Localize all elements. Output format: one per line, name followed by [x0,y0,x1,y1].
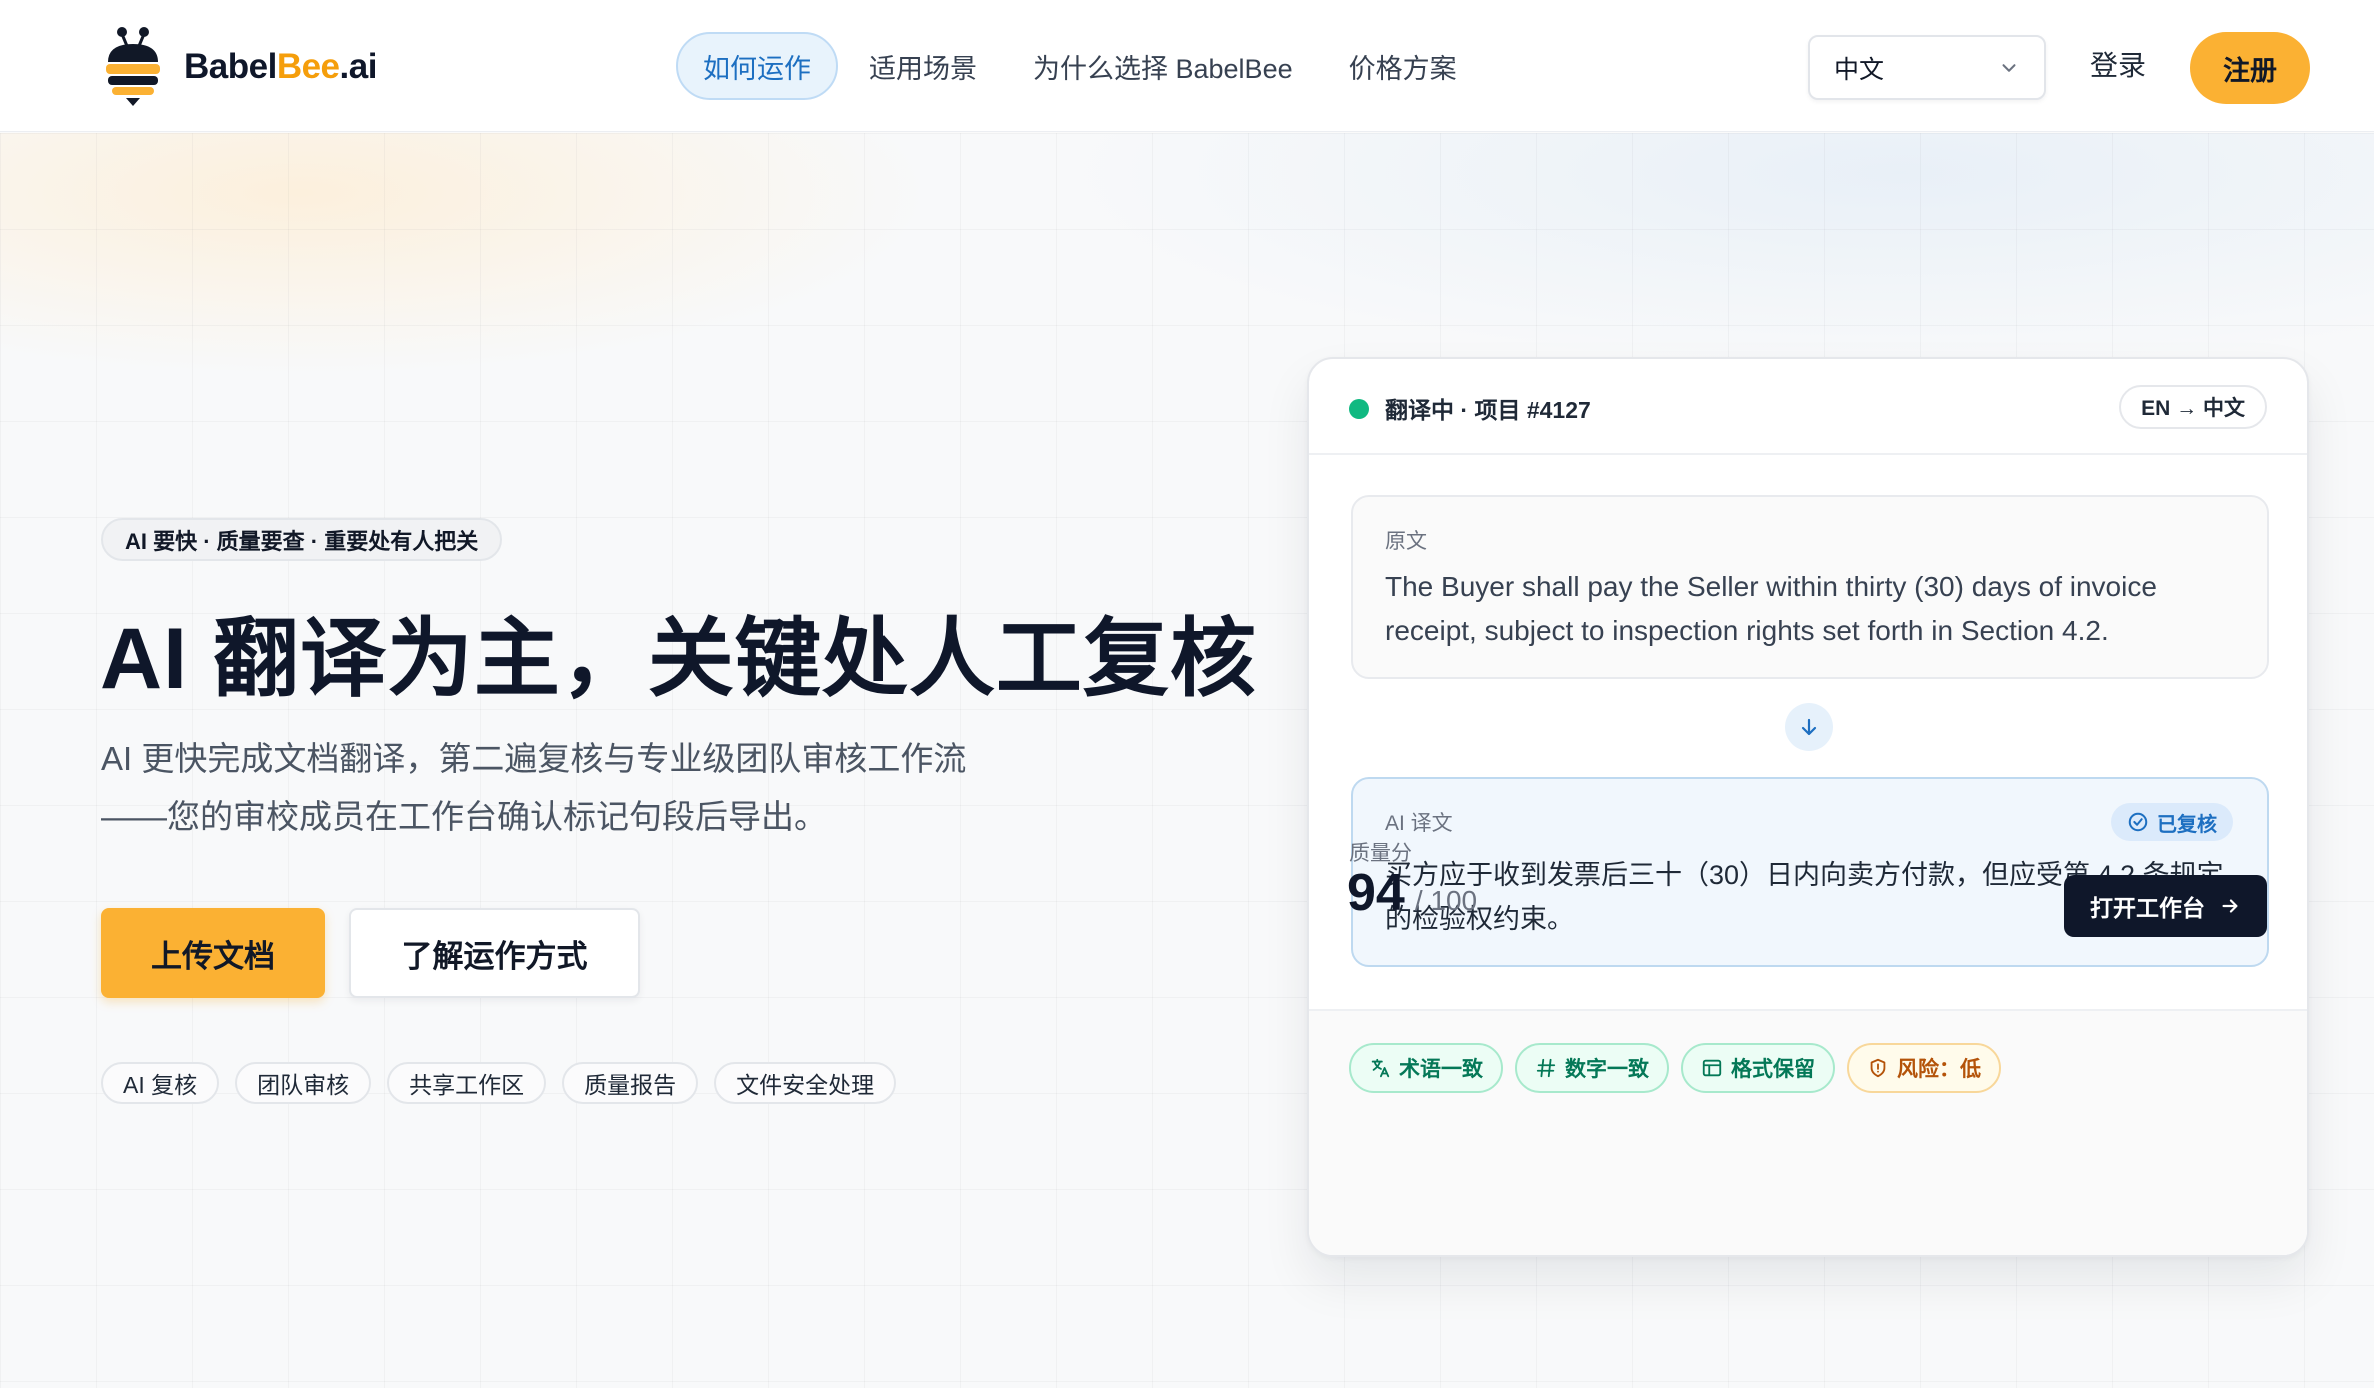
translation-preview-card: 翻译中 · 项目 #4127 EN → 中文 原文 The Buyer shal… [1307,357,2309,1257]
tag-format: 格式保留 [1681,1043,1835,1093]
layout-icon [1702,1059,1722,1077]
hero-headline: AI 翻译为主，关键处人工复核 [100,611,1257,707]
brand-name: BabelBee.ai [184,47,377,86]
hero-subtitle: AI 更快完成文档翻译，第二遍复核与专业级团队审核工作流 ——您的审校成员在工作… [101,730,1101,846]
source-text-box: 原文 The Buyer shall pay the Seller within… [1351,495,2269,679]
quality-score: 94 / 100 [1347,863,1477,923]
signup-button[interactable]: 注册 [2190,32,2310,104]
learn-how-it-works-button[interactable]: 了解运作方式 [349,908,640,998]
upload-document-button[interactable]: 上传文档 [101,908,325,998]
nav-item-how-it-works[interactable]: 如何运作 [676,32,838,100]
hero-subtitle-line-2: ——您的审校成员在工作台确认标记句段后导出。 [101,798,827,835]
check-circle-icon [2128,812,2148,832]
arrow-down-icon [1785,703,1833,751]
nav-item-use-cases[interactable]: 适用场景 [844,32,1002,100]
login-link[interactable]: 登录 [2090,44,2146,84]
tag-numbers: 数字一致 [1515,1043,1669,1093]
ai-translation-box: AI 译文 已复核 买方应于收到发票后三十（30）日内向卖方付款，但应受第 4.… [1351,777,2269,967]
quality-tags: 术语一致 数字一致 格式保留 风险：低 [1349,1043,2013,1093]
source-text: The Buyer shall pay the Seller within th… [1385,571,2157,646]
shield-icon [1870,1058,1886,1078]
feature-chip: 共享工作区 [387,1062,547,1104]
reviewed-badge-label: 已复核 [2157,813,2217,836]
feature-chip: 文件安全处理 [714,1062,897,1104]
hash-icon [1536,1058,1556,1078]
chevron-down-icon [2002,63,2016,72]
main-nav: 如何运作 适用场景 为什么选择 BabelBee 价格方案 [676,32,1488,100]
project-status: 翻译中 · 项目 #4127 [1385,397,1591,423]
source-label: 原文 [1385,530,1427,553]
bee-logo-icon [106,27,160,106]
ai-translation-label: AI 译文 [1385,812,1453,835]
feature-chip: AI 复核 [101,1062,220,1104]
feature-chips: AI 复核 团队审核 共享工作区 质量报告 文件安全处理 [101,1062,912,1104]
tag-risk: 风险：低 [1847,1043,2001,1093]
feature-chip: 质量报告 [562,1062,699,1104]
arrow-right-icon [2222,899,2238,913]
top-navbar: BabelBee.ai 如何运作 适用场景 为什么选择 BabelBee 价格方… [0,0,2374,132]
language-pair-badge: EN → 中文 [2119,385,2267,429]
hero-eyebrow-badge: AI 要快 · 质量要查 · 重要处有人把关 [101,518,503,561]
open-workspace-button[interactable]: 打开工作台 [2064,875,2267,937]
nav-item-why-babelbee[interactable]: 为什么选择 BabelBee [1008,32,1318,100]
translate-icon [1371,1058,1390,1078]
status-dot-icon [1349,399,1369,419]
card-footer: 术语一致 数字一致 格式保留 风险：低 [1309,1009,2307,1255]
brand-logo[interactable]: BabelBee.ai [100,26,377,108]
tag-terminology: 术语一致 [1349,1043,1503,1093]
nav-item-pricing[interactable]: 价格方案 [1324,32,1482,100]
open-workspace-label: 打开工作台 [2090,895,2205,921]
hero-subtitle-line-1: AI 更快完成文档翻译，第二遍复核与专业级团队审核工作流 [101,740,967,777]
quality-score-max: / 100 [1414,885,1478,916]
feature-chip: 团队审核 [235,1062,372,1104]
language-select-value: 中文 [1834,55,1885,84]
quality-score-value: 94 [1347,864,1405,922]
language-select[interactable]: 中文 [1808,35,2046,100]
card-header: 翻译中 · 项目 #4127 EN → 中文 [1309,359,2307,455]
reviewed-badge: 已复核 [2111,803,2233,841]
